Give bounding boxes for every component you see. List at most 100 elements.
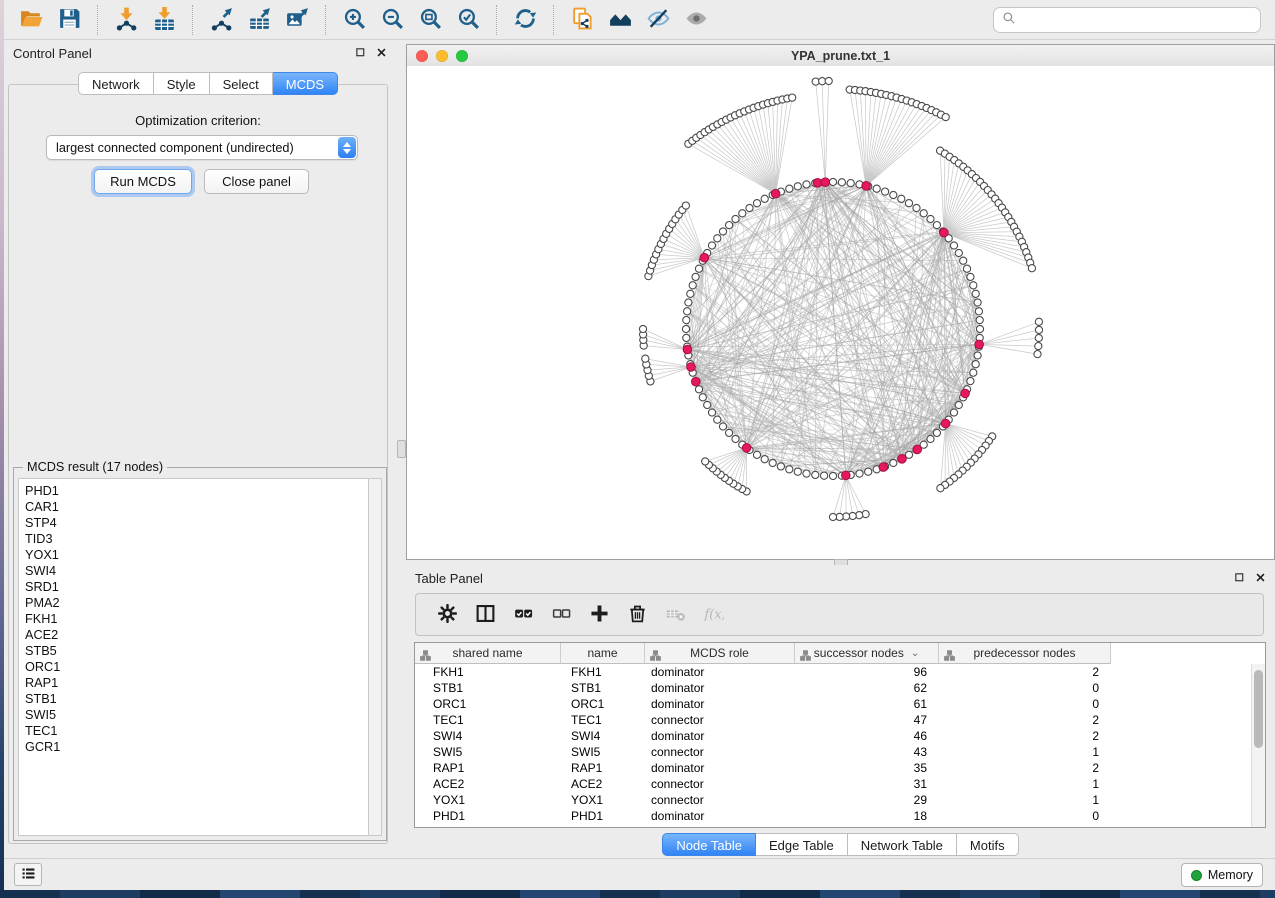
cell-successor-nodes[interactable]: 29 [795,792,939,808]
cell-name[interactable]: PHD1 [561,808,645,824]
cell-MCDS-role[interactable]: dominator [645,760,795,776]
column-header-MCDS-role[interactable]: MCDS role [645,643,795,664]
mcds-result-item[interactable]: PMA2 [25,595,368,611]
cell-successor-nodes[interactable]: 35 [795,760,939,776]
mcds-result-item[interactable]: STP4 [25,515,368,531]
mcds-result-item[interactable]: ORC1 [25,659,368,675]
cell-predecessor-nodes[interactable]: 0 [939,696,1111,712]
table-row[interactable]: ORC1ORC1dominator610 [415,696,1251,712]
tab-edge-table[interactable]: Edge Table [756,833,848,856]
sort-chevron-icon[interactable]: ⌄ [911,648,919,659]
cell-successor-nodes[interactable]: 62 [795,680,939,696]
cell-shared-name[interactable]: RAP1 [415,760,561,776]
cell-MCDS-role[interactable]: dominator [645,680,795,696]
close-panel-button[interactable]: Close panel [204,169,309,194]
cell-name[interactable]: ORC1 [561,696,645,712]
import-network-button[interactable] [109,4,143,36]
tab-style[interactable]: Style [154,72,210,95]
close-panel-icon[interactable] [374,45,388,59]
zoom-fit-button[interactable] [413,4,447,36]
cell-MCDS-role[interactable]: dominator [645,808,795,824]
cell-shared-name[interactable]: SWI4 [415,728,561,744]
cell-name[interactable]: SWI4 [561,728,645,744]
open-file-button[interactable] [14,4,48,36]
cell-MCDS-role[interactable]: dominator [645,664,795,680]
cell-shared-name[interactable]: STB1 [415,680,561,696]
vertical-splitter-grip[interactable] [397,440,406,458]
float-table-panel-icon[interactable] [1232,570,1246,584]
table-row[interactable]: ACE2ACE2connector311 [415,776,1251,792]
cell-successor-nodes[interactable]: 31 [795,776,939,792]
tab-select[interactable]: Select [210,72,273,95]
export-image-button[interactable] [280,4,314,36]
memory-button[interactable]: Memory [1181,863,1263,887]
copy-network-button[interactable] [565,4,599,36]
tab-network-table[interactable]: Network Table [848,833,957,856]
zoom-in-button[interactable] [337,4,371,36]
cell-MCDS-role[interactable]: dominator [645,696,795,712]
cell-name[interactable]: SWI5 [561,744,645,760]
mcds-result-item[interactable]: TID3 [25,531,368,547]
float-panel-icon[interactable] [353,45,367,59]
cell-successor-nodes[interactable]: 46 [795,728,939,744]
show-all-button[interactable] [679,4,713,36]
cell-predecessor-nodes[interactable]: 1 [939,792,1111,808]
table-row[interactable]: SWI5SWI5connector431 [415,744,1251,760]
export-network-button[interactable] [204,4,238,36]
search-box[interactable] [993,7,1261,33]
mcds-result-item[interactable]: STB5 [25,643,368,659]
column-header-shared-name[interactable]: shared name [415,643,561,664]
mcds-result-item[interactable]: PHD1 [25,483,368,499]
mcds-result-item[interactable]: RAP1 [25,675,368,691]
table-settings-button[interactable] [432,600,462,630]
tab-node-table[interactable]: Node Table [662,833,756,856]
cell-MCDS-role[interactable]: dominator [645,728,795,744]
select-all-columns-button[interactable] [508,600,538,630]
cell-name[interactable]: STB1 [561,680,645,696]
cell-name[interactable]: YOX1 [561,792,645,808]
save-session-button[interactable] [52,4,86,36]
tab-network[interactable]: Network [78,72,154,95]
cell-predecessor-nodes[interactable]: 2 [939,728,1111,744]
mcds-result-item[interactable]: YOX1 [25,547,368,563]
table-row[interactable]: SWI4SWI4dominator462 [415,728,1251,744]
cell-shared-name[interactable]: PHD1 [415,808,561,824]
node-table-scrollbar[interactable] [1251,664,1265,827]
cell-shared-name[interactable]: ACE2 [415,776,561,792]
mcds-result-item[interactable]: TEC1 [25,723,368,739]
cell-predecessor-nodes[interactable]: 0 [939,808,1111,824]
cell-MCDS-role[interactable]: connector [645,792,795,808]
mcds-result-item[interactable]: STB1 [25,691,368,707]
mcds-result-scrollbar[interactable] [368,478,382,836]
cell-predecessor-nodes[interactable]: 1 [939,744,1111,760]
first-neighbors-button[interactable] [603,4,637,36]
cell-shared-name[interactable]: FKH1 [415,664,561,680]
cell-MCDS-role[interactable]: connector [645,776,795,792]
export-table-button[interactable] [242,4,276,36]
cell-shared-name[interactable]: SWI5 [415,744,561,760]
column-header-predecessor-nodes[interactable]: predecessor nodes [939,643,1111,664]
cell-predecessor-nodes[interactable]: 1 [939,776,1111,792]
mcds-result-item[interactable]: FKH1 [25,611,368,627]
table-row[interactable]: PHD1PHD1dominator180 [415,808,1251,824]
cell-name[interactable]: RAP1 [561,760,645,776]
column-header-name[interactable]: name [561,643,645,664]
cell-successor-nodes[interactable]: 96 [795,664,939,680]
table-row[interactable]: TEC1TEC1connector472 [415,712,1251,728]
optimization-criterion-select[interactable]: largest connected component (undirected) [46,135,358,160]
cell-predecessor-nodes[interactable]: 2 [939,664,1111,680]
table-row[interactable]: FKH1FKH1dominator962 [415,664,1251,680]
add-column-button[interactable] [584,600,614,630]
unselect-all-columns-button[interactable] [546,600,576,630]
tab-motifs[interactable]: Motifs [957,833,1019,856]
network-graph[interactable] [407,66,1274,559]
hide-selected-button[interactable] [641,4,675,36]
network-window-titlebar[interactable]: YPA_prune.txt_1 [407,45,1274,67]
cell-predecessor-nodes[interactable]: 0 [939,680,1111,696]
zoom-selected-button[interactable] [451,4,485,36]
show-columns-button[interactable] [470,600,500,630]
zoom-out-button[interactable] [375,4,409,36]
cell-predecessor-nodes[interactable]: 2 [939,712,1111,728]
mcds-result-item[interactable]: SWI4 [25,563,368,579]
table-row[interactable]: STB1STB1dominator620 [415,680,1251,696]
